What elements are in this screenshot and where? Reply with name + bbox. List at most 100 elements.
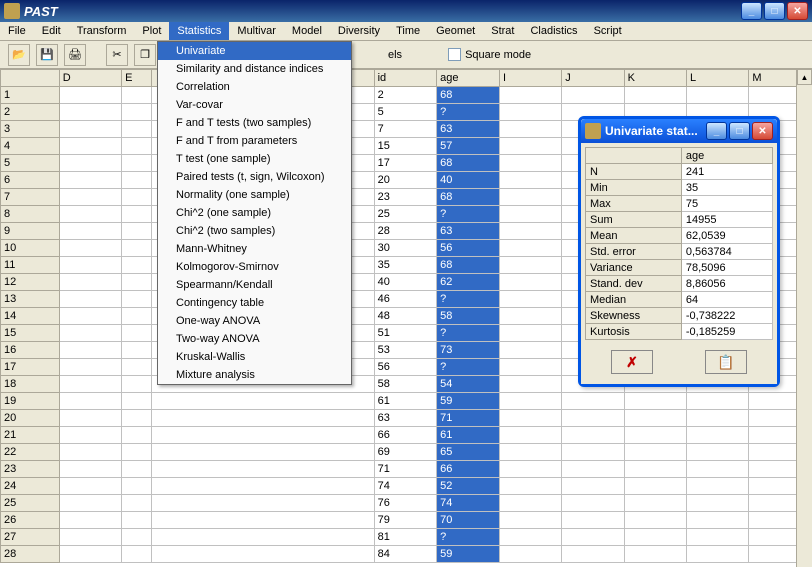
cell[interactable] [122,308,152,325]
cell[interactable] [499,189,561,206]
table-row[interactable]: 247452 [1,478,812,495]
cell[interactable] [499,206,561,223]
cell[interactable] [499,529,561,546]
dropdown-item[interactable]: Normality (one sample) [158,186,351,204]
cell[interactable] [151,495,374,512]
table-row[interactable]: 25 7674 [1,495,812,512]
dropdown-item[interactable]: Similarity and distance indices [158,60,351,78]
cell[interactable] [562,478,624,495]
cell[interactable] [122,104,152,121]
row-header[interactable]: 15 [1,325,60,342]
cell[interactable] [499,359,561,376]
cell[interactable] [59,189,121,206]
cell[interactable]: 58 [374,376,437,393]
cell[interactable]: 30 [374,240,437,257]
cut-button[interactable]: ✂ [106,44,128,66]
cell[interactable] [59,393,121,410]
stats-maximize-button[interactable]: □ [729,122,750,140]
table-row[interactable]: 216661 [1,427,812,444]
cell[interactable] [562,495,624,512]
cell[interactable] [122,529,152,546]
cell[interactable] [59,155,121,172]
row-header[interactable]: 7 [1,189,60,206]
cell[interactable] [499,223,561,240]
cell[interactable] [624,495,686,512]
menu-item-transform[interactable]: Transform [69,22,135,40]
row-header[interactable]: 5 [1,155,60,172]
checkbox-box[interactable] [448,48,461,61]
cell[interactable]: 71 [374,461,437,478]
cell[interactable]: 84 [374,546,437,563]
cell[interactable]: 74 [437,495,500,512]
cell[interactable]: 40 [374,274,437,291]
cell[interactable]: 68 [437,155,500,172]
cell[interactable] [687,444,749,461]
cell[interactable] [624,427,686,444]
column-header[interactable]: D [59,70,121,87]
cell[interactable] [122,240,152,257]
cell[interactable] [562,410,624,427]
cell[interactable] [122,495,152,512]
column-header[interactable]: L [687,70,749,87]
cell[interactable] [59,240,121,257]
cell[interactable] [624,461,686,478]
cell[interactable] [122,393,152,410]
cell[interactable]: 61 [374,393,437,410]
cell[interactable] [59,444,121,461]
cell[interactable] [562,529,624,546]
row-header[interactable]: 26 [1,512,60,529]
cell[interactable] [499,138,561,155]
cell[interactable] [499,240,561,257]
dropdown-item[interactable]: One-way ANOVA [158,312,351,330]
cell[interactable] [59,461,121,478]
cell[interactable]: 65 [437,444,500,461]
dropdown-item[interactable]: F and T tests (two samples) [158,114,351,132]
cell[interactable] [151,410,374,427]
menu-item-cladistics[interactable]: Cladistics [522,22,585,40]
cell[interactable] [499,512,561,529]
cell[interactable] [122,342,152,359]
dropdown-item[interactable]: Var-covar [158,96,351,114]
dropdown-item[interactable]: Mann-Whitney [158,240,351,258]
cell[interactable]: 76 [374,495,437,512]
column-header[interactable]: J [562,70,624,87]
cell[interactable] [562,444,624,461]
cell[interactable] [562,461,624,478]
cell[interactable] [499,393,561,410]
cell[interactable] [59,308,121,325]
cell[interactable] [59,376,121,393]
dropdown-item[interactable]: Univariate [158,42,351,60]
cell[interactable] [59,257,121,274]
cell[interactable] [499,87,561,104]
cell[interactable] [122,172,152,189]
cell[interactable] [59,121,121,138]
cell[interactable]: 58 [437,308,500,325]
stats-copy-button[interactable]: 📋 [705,350,747,374]
cell[interactable] [59,410,121,427]
cell[interactable] [687,427,749,444]
dropdown-item[interactable]: Mixture analysis [158,366,351,384]
cell[interactable] [499,495,561,512]
row-header[interactable]: 4 [1,138,60,155]
vertical-scrollbar[interactable]: ▲ [796,69,812,567]
cell[interactable] [122,427,152,444]
menu-item-diversity[interactable]: Diversity [330,22,388,40]
cell[interactable] [687,393,749,410]
cell[interactable] [499,461,561,478]
cell[interactable] [499,478,561,495]
dropdown-item[interactable]: Contingency table [158,294,351,312]
stats-cancel-button[interactable]: ✗ [611,350,653,374]
minimize-button[interactable]: _ [741,2,762,20]
cell[interactable]: ? [437,529,500,546]
cell[interactable] [499,410,561,427]
dropdown-item[interactable]: Spearmann/Kendall [158,276,351,294]
cell[interactable]: 57 [437,138,500,155]
cell[interactable]: 66 [374,427,437,444]
row-header[interactable]: 25 [1,495,60,512]
cell[interactable] [687,529,749,546]
dropdown-item[interactable]: F and T from parameters [158,132,351,150]
cell[interactable] [122,410,152,427]
cell[interactable] [59,206,121,223]
row-header[interactable]: 16 [1,342,60,359]
cell[interactable] [59,478,121,495]
